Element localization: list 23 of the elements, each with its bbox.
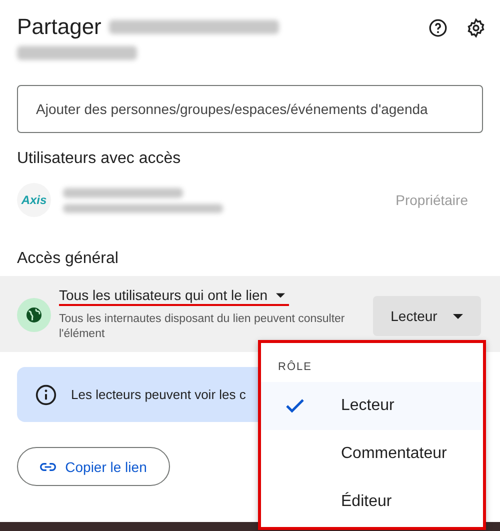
role-option[interactable]: Commentateur — [261, 430, 483, 478]
role-option[interactable]: Lecteur — [261, 382, 483, 430]
role-option[interactable]: Éditeur — [261, 478, 483, 526]
owner-label: Propriétaire — [396, 192, 468, 208]
info-text: Les lecteurs peuvent voir les c — [71, 387, 246, 402]
info-icon — [35, 384, 57, 406]
globe-icon — [17, 298, 51, 332]
help-icon[interactable] — [428, 18, 448, 38]
copy-link-button[interactable]: Copier le lien — [17, 447, 170, 486]
add-people-field[interactable]: Ajouter des personnes/groupes/espaces/événements d'agenda — [17, 85, 483, 133]
check-icon — [285, 398, 305, 414]
settings-icon[interactable] — [466, 18, 486, 38]
section-heading: Utilisateurs avec accès — [17, 150, 182, 168]
access-scope-dropdown[interactable]: Tous les utilisateurs qui ont le lien — [59, 287, 285, 303]
access-description: Tous les internautes disposant du lien peuvent consulter l'élément — [59, 312, 346, 342]
link-icon — [40, 462, 56, 472]
caret-icon — [453, 314, 464, 318]
menu-heading: RÔLE — [278, 361, 312, 373]
dialog-title: Partager — [17, 14, 102, 40]
caret-icon — [276, 292, 285, 298]
section-heading: Accès général — [17, 250, 120, 268]
company-logo: Axis — [17, 183, 51, 217]
role-dropdown[interactable]: Lecteur — [373, 296, 481, 336]
